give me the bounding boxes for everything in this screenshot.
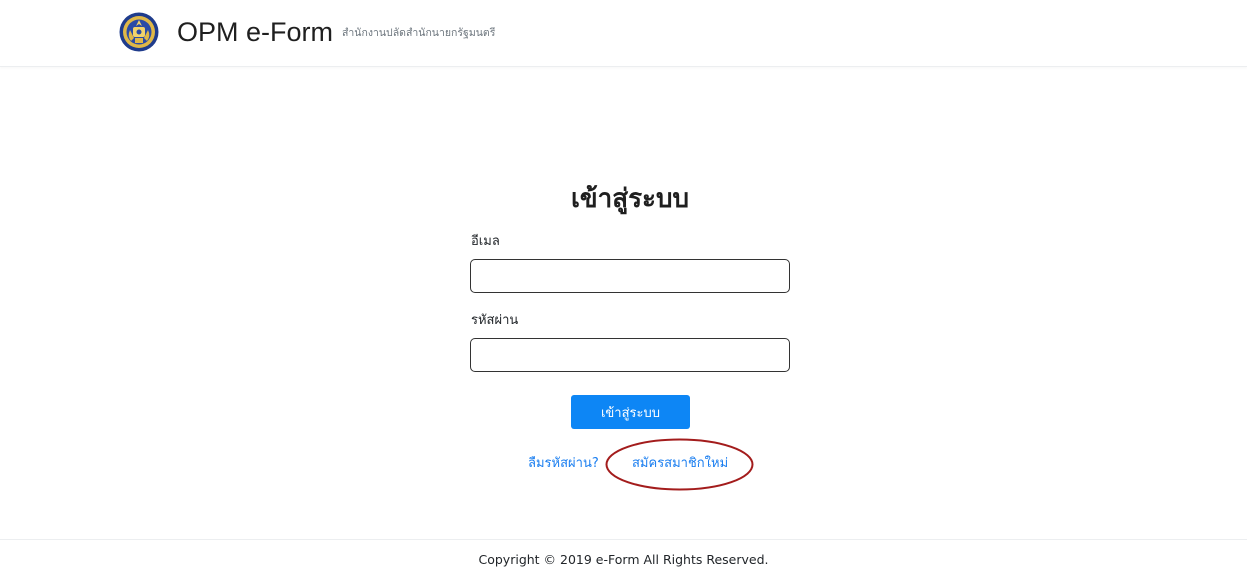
- login-button[interactable]: เข้าสู่ระบบ: [571, 395, 690, 429]
- footer: Copyright © 2019 e-Form All Rights Reser…: [0, 539, 1247, 567]
- email-field[interactable]: [470, 259, 790, 293]
- forgot-password-link[interactable]: ลืมรหัสผ่าน?: [528, 455, 599, 473]
- password-label: รหัสผ่าน: [471, 313, 519, 328]
- copyright-text: Copyright © 2019 e-Form All Rights Reser…: [478, 552, 769, 567]
- brand-subtitle: สำนักงานปลัดสำนักนายกรัฐมนตรี: [342, 27, 496, 39]
- login-title: เข้าสู่ระบบ: [570, 184, 690, 214]
- top-navbar: OPM e-Form สำนักงานปลัดสำนักนายกรัฐมนตรี: [0, 0, 1247, 67]
- email-label: อีเมล: [471, 234, 500, 249]
- brand-name[interactable]: OPM e-Form: [177, 14, 333, 50]
- annotation-ellipse: [605, 438, 754, 491]
- opm-emblem-icon[interactable]: [119, 12, 159, 52]
- password-field[interactable]: [470, 338, 790, 372]
